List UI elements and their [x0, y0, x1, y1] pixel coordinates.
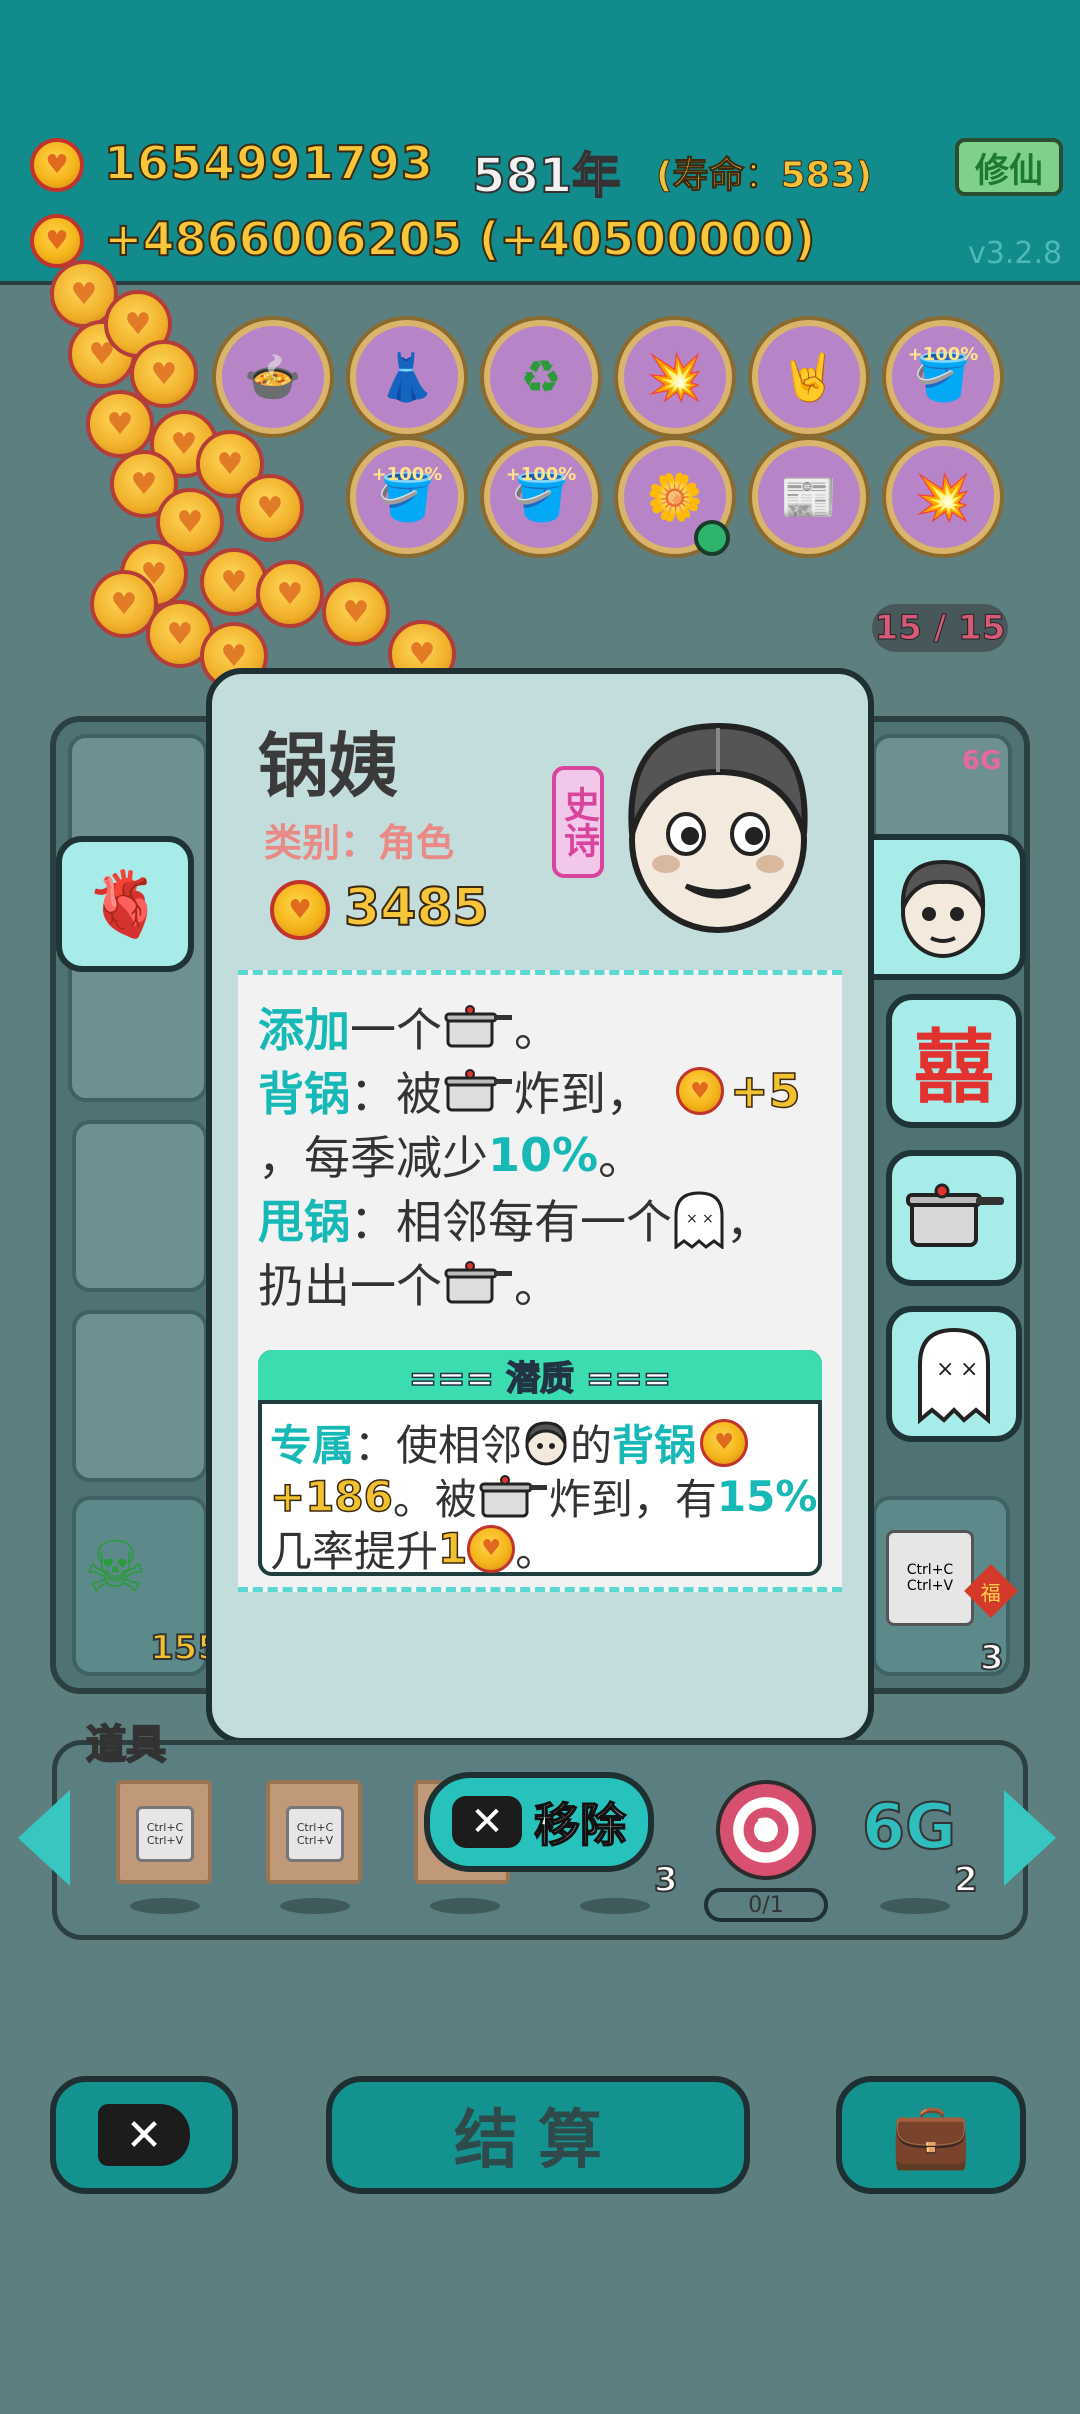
relic-recycle[interactable]: ♻ [484, 320, 598, 434]
relic-pot-bonus[interactable]: +100% 🪣 [350, 440, 464, 554]
flying-coin: ♥ [236, 474, 304, 542]
item-count: 3 [653, 1859, 679, 1901]
magazine-icon: 📰 [780, 469, 838, 524]
flying-coin: ♥ [256, 560, 324, 628]
desc-line-add: 添加 一个 。 [258, 1003, 560, 1057]
discard-icon: ✕ [98, 2104, 190, 2166]
coin-icon: ♥ [467, 1524, 516, 1573]
pressure-cooker-icon [444, 1261, 512, 1304]
liver-card[interactable]: 🫀 [56, 836, 194, 972]
relic-mushroom-cloud[interactable]: 💥 [886, 440, 1000, 554]
close-icon: ✕ [452, 1796, 522, 1848]
coin-icon: ♥ [676, 1067, 724, 1115]
flying-coin: ♥ [322, 578, 390, 646]
card-price: 3485 [343, 877, 490, 939]
relic-rock-hand[interactable]: 🤘 [752, 320, 866, 434]
pressure-cooker-icon [444, 1005, 512, 1048]
potential-header: === 潜质 === [258, 1350, 822, 1404]
relic-pressure-cooker[interactable]: 🍲 [216, 320, 330, 434]
item-shadow [580, 1898, 650, 1914]
board-cell-zombie[interactable]: ☠ 155 [72, 1496, 222, 1676]
settle-button[interactable]: 结算 [326, 2076, 750, 2194]
item-count: 2 [953, 1859, 979, 1901]
aunt-face-icon [525, 1420, 567, 1465]
cultivate-button[interactable]: 修仙 [955, 138, 1063, 196]
pressure-cooker-icon: 🍲 [244, 349, 302, 404]
svg-text:×: × [960, 1357, 978, 1382]
scroll-left-arrow[interactable] [18, 1790, 70, 1886]
relic-slot-count: 15 / 15 [872, 604, 1008, 652]
card-category: 类别：角色 [264, 821, 455, 865]
zombie-face-icon: ☠ [84, 1526, 147, 1608]
skirt-icon: 👗 [378, 349, 436, 404]
scroll-right-arrow[interactable] [1004, 1790, 1056, 1886]
flower-pot-icon: 🌼 [646, 469, 704, 524]
mushroom-cloud-icon: 💥 [646, 349, 704, 404]
board-cell[interactable] [72, 1120, 208, 1292]
price-coin-icon: ♥ [270, 880, 330, 940]
relic-pot-bonus[interactable]: +100% 🪣 [484, 440, 598, 554]
card-name: 锅姨 [258, 725, 398, 807]
double-happiness-card[interactable]: 囍 [886, 994, 1022, 1128]
aunt-portrait-icon [628, 722, 808, 933]
desc-line-scapegoat: 背锅 ：被 炸到， ♥ +5 [258, 1063, 801, 1121]
sixg-item[interactable]: 6G [861, 1789, 957, 1864]
item-copy-paste[interactable]: Ctrl+C Ctrl+V [266, 1780, 362, 1884]
relic-mushroom-cloud[interactable]: 💥 [618, 320, 732, 434]
board-cell[interactable] [72, 1310, 208, 1482]
relic-pot-bonus[interactable]: +100% 🪣 [886, 320, 1000, 434]
briefcase-icon: 💼 [891, 2098, 971, 2173]
relic-skirt[interactable]: 👗 [350, 320, 464, 434]
coin-icon: ♥ [700, 1418, 749, 1467]
item-shadow [130, 1898, 200, 1914]
desc-line-decrease: ，每季减少 10%。 [258, 1128, 645, 1185]
board-cell-copy[interactable]: Ctrl+C Ctrl+V 福 3 [872, 1496, 1018, 1679]
item-shadow [280, 1898, 350, 1914]
ghost-icon: × × [918, 1327, 990, 1424]
svg-text:×: × [702, 1211, 714, 1227]
version-label: v3.2.8 [968, 236, 1063, 271]
liver-icon: 🫀 [85, 867, 165, 942]
item-copy-paste[interactable]: Ctrl+C Ctrl+V [116, 1780, 212, 1884]
sixg-mini-icon: 6G [962, 746, 1002, 776]
mushroom-cloud-icon: 💥 [914, 469, 972, 524]
pressure-cooker-card[interactable] [886, 1150, 1022, 1286]
trait-line-exclusive: 专属 ：使相邻 的背锅 ♥ [270, 1412, 749, 1473]
items-label: 道具 [85, 1721, 167, 1769]
recycle-icon: ♻ [520, 350, 562, 404]
relic-time-magazine[interactable]: 📰 [752, 440, 866, 554]
double-happiness-icon: 囍 [914, 1021, 994, 1114]
item-shadow [430, 1898, 500, 1914]
aunt-face-icon [900, 859, 986, 958]
remove-button[interactable]: ✕ 移除 [424, 1772, 654, 1872]
active-indicator [694, 520, 730, 556]
ghost-card[interactable]: × × [886, 1306, 1022, 1442]
item-shadow [880, 1898, 950, 1914]
discard-button[interactable]: ✕ [50, 2076, 238, 2194]
rarity-badge: 史诗 [552, 766, 604, 878]
svg-text:×: × [686, 1211, 698, 1227]
target-item-counter: 0/1 [704, 1888, 828, 1922]
desc-line-throw: 甩锅 ：相邻每有一个 × × ， [258, 1186, 772, 1252]
pressure-cooker-icon [444, 1069, 512, 1112]
target-item-icon[interactable]: 2 [716, 1780, 816, 1880]
pressure-cooker-icon [479, 1474, 547, 1517]
trait-line-chance: 几率提升 1 ♥ 。 [270, 1523, 558, 1576]
svg-text:×: × [936, 1357, 954, 1382]
rock-hand-icon: 🤘 [780, 349, 838, 404]
flying-coin: ♥ [86, 390, 154, 458]
ghost-icon: × × [674, 1191, 724, 1249]
copy-paste-icon: Ctrl+C Ctrl+V [886, 1530, 974, 1626]
inventory-button[interactable]: 💼 [836, 2076, 1026, 2194]
year-counter: 581年 [471, 147, 621, 205]
pressure-cooker-icon [906, 1183, 1004, 1247]
gold-amount: 1654991793 [103, 135, 435, 191]
lifespan-text: (寿命：583) [655, 155, 873, 197]
gold-coin-icon: ♥ [30, 138, 84, 192]
portrait-tab[interactable] [866, 834, 1026, 980]
income-text: +4866006205 (+40500000) [103, 211, 816, 267]
cell-count: 3 [979, 1637, 1005, 1679]
desc-line-throw-out: 扔出一个 。 [258, 1259, 560, 1313]
